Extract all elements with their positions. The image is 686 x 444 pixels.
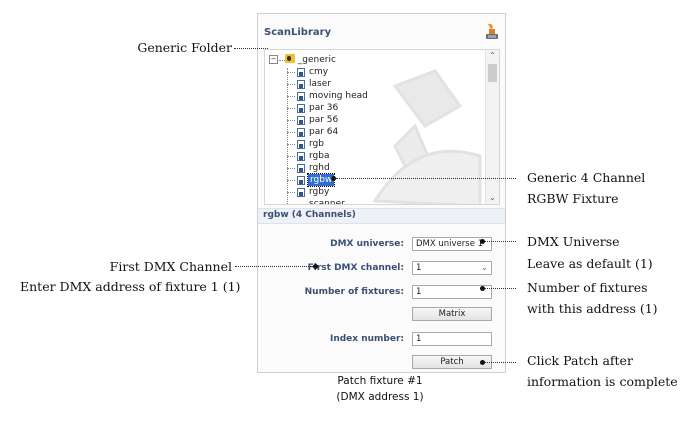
annotation-first-dmx-line2: Enter DMX address of fixture 1 (1) — [20, 279, 241, 294]
fixture-file-icon — [297, 188, 305, 197]
fixture-file-icon — [297, 92, 305, 101]
annotation-patch-line2: information is complete — [527, 374, 678, 389]
collapse-icon[interactable]: − — [269, 55, 278, 64]
fixture-file-icon — [297, 152, 305, 161]
tree-item-laser[interactable]: laser — [309, 78, 331, 90]
fixture-file-icon — [297, 140, 305, 149]
tree-scrollbar[interactable]: ⌃ ⌄ — [485, 50, 499, 204]
figure-caption: Patch fixture #1 (DMX address 1) — [300, 373, 460, 405]
tree-item-rgb[interactable]: rgb — [309, 138, 324, 150]
scroll-up-icon[interactable]: ⌃ — [486, 50, 499, 62]
tree-root-generic[interactable]: − _generic — [269, 54, 336, 66]
tree-item-par36[interactable]: par 36 — [309, 102, 338, 114]
fixture-file-icon — [297, 128, 305, 137]
fixture-file-icon — [297, 176, 305, 185]
first-dmx-channel-select[interactable]: 1 ⌄ — [412, 261, 492, 275]
index-number-value: 1 — [416, 334, 422, 344]
annotation-number-of-fixtures: Number of fixtures with this address (1) — [527, 279, 658, 318]
annotation-number-of-fixtures-line2: with this address (1) — [527, 301, 658, 316]
tree-item-cmy[interactable]: cmy — [309, 66, 328, 78]
caption-line2: (DMX address 1) — [336, 391, 424, 403]
tree-item-rgby[interactable]: rgby — [309, 186, 329, 198]
annotation-patch: Click Patch after information is complet… — [527, 352, 678, 391]
tree-item-par56[interactable]: par 56 — [309, 114, 338, 126]
dmx-universe-label: DMX universe: — [330, 239, 404, 249]
chevron-down-icon[interactable]: ⌄ — [481, 262, 488, 274]
tree-item-rgba[interactable]: rgba — [309, 150, 329, 162]
fixture-file-icon — [297, 116, 305, 125]
annotation-patch-line1: Click Patch after — [527, 353, 633, 368]
annotation-dmx-universe-line1: DMX Universe — [527, 234, 620, 249]
tree-item-scanner[interactable]: scanner — [309, 198, 345, 204]
annotation-generic-folder: Generic Folder — [137, 40, 232, 55]
annotation-first-dmx-line1: First DMX Channel — [109, 259, 232, 274]
scanlibrary-panel: ScanLibrary − _generic cmy laser moving … — [257, 13, 506, 373]
tree-root-label: _generic — [297, 55, 336, 65]
index-number-label: Index number: — [329, 334, 404, 344]
tree-item-moving-head[interactable]: moving head — [309, 90, 368, 102]
fixture-tree[interactable]: − _generic cmy laser moving head par 36 … — [264, 49, 500, 205]
scroll-down-icon[interactable]: ⌄ — [486, 192, 499, 204]
scroll-thumb[interactable] — [488, 64, 497, 82]
annotation-first-dmx: First DMX Channel Enter DMX address of f… — [20, 258, 241, 296]
caption-line1: Patch fixture #1 — [337, 375, 423, 387]
first-dmx-channel-value: 1 — [416, 263, 422, 273]
tree-item-rghd[interactable]: rghd — [309, 162, 330, 174]
number-of-fixtures-label: Number of fixtures: — [304, 287, 404, 297]
fixture-info-text: rgbw (4 Channels) — [263, 210, 356, 220]
scanlibrary-icon[interactable] — [484, 23, 500, 41]
fixture-info-bar: rgbw (4 Channels) — [258, 208, 505, 224]
tree-item-par64[interactable]: par 64 — [309, 126, 338, 138]
panel-title: ScanLibrary — [264, 27, 332, 38]
fixture-file-icon — [297, 80, 305, 89]
moving-head-watermark — [372, 69, 482, 204]
fixture-file-icon — [297, 104, 305, 113]
fixture-file-icon — [297, 68, 305, 77]
annotation-number-of-fixtures-line1: Number of fixtures — [527, 280, 648, 295]
folder-icon — [284, 54, 295, 63]
annotation-generic-4ch-line2: RGBW Fixture — [527, 191, 619, 206]
tree-item-rgbw-selected[interactable]: rgbw — [306, 173, 336, 187]
matrix-button[interactable]: Matrix — [412, 307, 492, 321]
annotation-dmx-universe: DMX Universe Leave as default (1) — [527, 233, 653, 273]
number-of-fixtures-value: 1 — [416, 287, 422, 297]
dmx-universe-value: DMX universe 1 — [416, 239, 484, 249]
annotation-dmx-universe-line2: Leave as default (1) — [527, 256, 653, 271]
fixture-file-icon — [297, 164, 305, 173]
annotation-generic-4ch-line1: Generic 4 Channel — [527, 170, 646, 185]
index-number-field[interactable]: 1 — [412, 332, 492, 346]
annotation-generic-4ch: Generic 4 Channel RGBW Fixture — [527, 169, 645, 208]
